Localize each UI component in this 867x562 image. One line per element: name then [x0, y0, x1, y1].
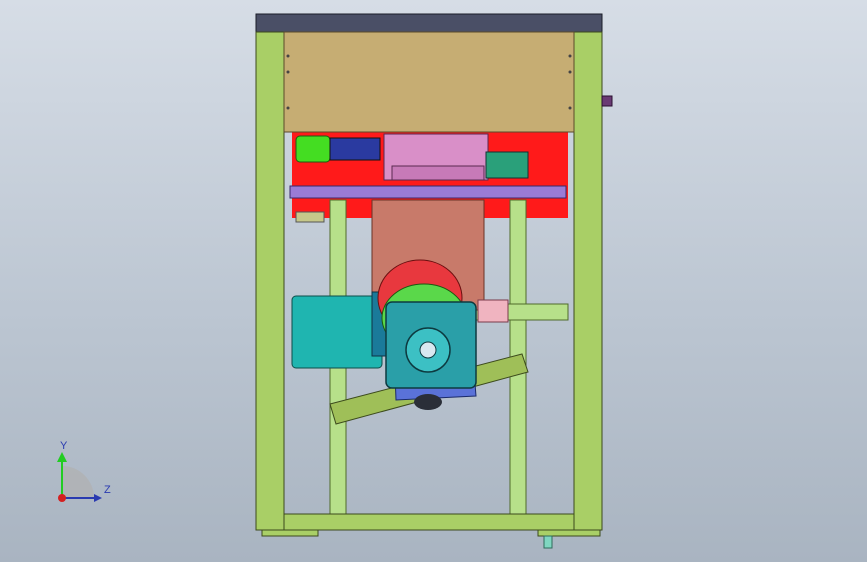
triad-z-arrow [94, 494, 102, 502]
triad-x-axis [58, 494, 66, 502]
foot-left [261, 529, 319, 537]
triad-z-label: Z [104, 484, 111, 496]
inclined-drive-assembly [291, 259, 529, 425]
frame-post-left [255, 31, 285, 531]
cyan-motor [291, 295, 383, 369]
top-drive-motor [295, 135, 331, 163]
assembly-model[interactable] [0, 0, 867, 562]
bottom-rail [283, 513, 575, 531]
drain-pipe [543, 535, 553, 549]
frame-post-right [573, 31, 603, 531]
side-knob[interactable] [601, 95, 613, 107]
top-panel [283, 31, 575, 133]
support-bar [289, 185, 567, 199]
gearbox-hub-inner [419, 341, 437, 359]
top-drive-motor-cap [329, 137, 381, 161]
triad-y-arrow [57, 452, 67, 462]
cad-viewport[interactable]: Y Z [0, 0, 867, 562]
orientation-triad[interactable]: Y Z [40, 440, 120, 510]
top-cap [255, 13, 603, 33]
dark-foot [414, 394, 442, 410]
bar-bracket [295, 211, 325, 223]
top-gearbox-base [391, 165, 485, 181]
hopper-pink-spout [477, 299, 509, 323]
top-gear-mount [485, 151, 529, 179]
triad-shading [62, 466, 94, 498]
triad-y-label: Y [60, 440, 68, 452]
foot-right [537, 529, 601, 537]
